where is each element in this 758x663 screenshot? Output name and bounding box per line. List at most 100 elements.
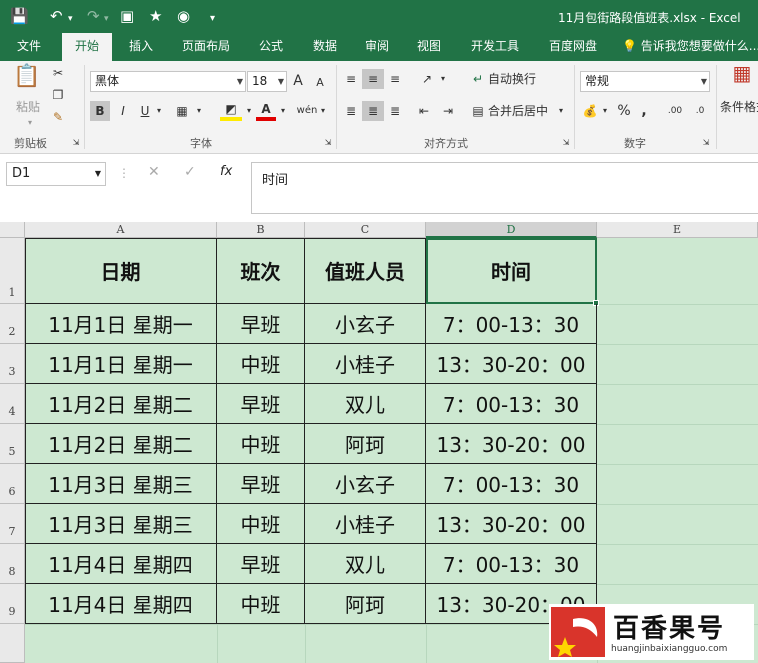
conditional-formatting-button[interactable]: 条件格式 [720, 97, 758, 117]
table-cell-staff[interactable]: 阿珂 [305, 424, 426, 464]
row-header-4[interactable]: 4 [0, 384, 25, 424]
table-cell-time[interactable]: 13：30-20：00 [426, 504, 597, 544]
italic-button[interactable]: I [114, 101, 132, 121]
table-cell-date[interactable]: 11月3日 星期三 [25, 464, 217, 504]
currency-icon[interactable]: 💰 [580, 101, 600, 121]
alignment-launcher-icon[interactable]: ⇲ [560, 133, 572, 153]
table-cell-shift[interactable]: 中班 [217, 584, 305, 624]
select-all-corner[interactable] [0, 222, 25, 238]
percent-button[interactable]: % [614, 101, 634, 121]
redo-icon[interactable]: ↷ [87, 6, 100, 26]
fill-color-dropdown-icon[interactable]: ▾ [244, 101, 254, 121]
phonetic-dropdown-icon[interactable]: ▾ [318, 101, 328, 121]
align-bottom-icon[interactable]: ≡ [386, 69, 404, 89]
row-header-7[interactable]: 7 [0, 504, 25, 544]
table-cell-date[interactable]: 11月1日 星期一 [25, 304, 217, 344]
column-header-d[interactable]: D [426, 222, 597, 238]
table-cell-shift[interactable]: 早班 [217, 384, 305, 424]
bold-button[interactable]: B [90, 101, 110, 121]
form-icon[interactable]: ▣ [120, 6, 134, 26]
formula-input[interactable]: 时间 [251, 162, 758, 214]
orientation-dropdown-icon[interactable]: ▾ [438, 69, 448, 89]
table-cell-staff[interactable]: 双儿 [305, 384, 426, 424]
font-color-dropdown-icon[interactable]: ▾ [278, 101, 288, 121]
border-icon[interactable]: ▦ [172, 101, 192, 121]
row-header-2[interactable]: 2 [0, 304, 25, 344]
header-cell-time-selected[interactable]: 时间 [426, 238, 597, 304]
save-icon[interactable]: 💾 [10, 6, 29, 26]
table-cell-shift[interactable]: 早班 [217, 464, 305, 504]
shrink-font-button[interactable]: A [313, 73, 327, 93]
fill-color-icon[interactable]: ◩ [220, 101, 242, 121]
tab-file[interactable]: 文件 [4, 33, 54, 61]
cancel-icon[interactable]: ✕ [148, 164, 160, 180]
table-cell-shift[interactable]: 早班 [217, 544, 305, 584]
row-header-8[interactable]: 8 [0, 544, 25, 584]
pin-icon[interactable]: ★ [149, 6, 162, 26]
align-right-icon[interactable]: ≣ [386, 101, 404, 121]
table-cell-staff[interactable]: 小桂子 [305, 504, 426, 544]
table-cell-shift[interactable]: 早班 [217, 304, 305, 344]
column-header-e[interactable]: E [597, 222, 758, 238]
grow-font-button[interactable]: A [291, 71, 305, 91]
table-cell-date[interactable]: 11月3日 星期三 [25, 504, 217, 544]
conditional-formatting-icon[interactable]: ▦ [728, 63, 756, 93]
spreadsheet-grid[interactable]: A B C D E 1 2 3 4 5 6 7 8 9 日期 班次 值班人员 时… [0, 222, 758, 663]
tab-review[interactable]: 审阅 [354, 33, 400, 61]
column-header-b[interactable]: B [217, 222, 305, 238]
table-cell-shift[interactable]: 中班 [217, 344, 305, 384]
table-cell-time[interactable]: 7：00-13：30 [426, 384, 597, 424]
tab-formulas[interactable]: 公式 [248, 33, 294, 61]
table-cell-time[interactable]: 7：00-13：30 [426, 544, 597, 584]
align-left-icon[interactable]: ≣ [342, 101, 360, 121]
column-header-a[interactable]: A [25, 222, 217, 238]
row-header-10[interactable] [0, 624, 25, 663]
tab-data[interactable]: 数据 [302, 33, 348, 61]
table-cell-shift[interactable]: 中班 [217, 424, 305, 464]
phonetic-icon[interactable]: wén [296, 101, 318, 121]
number-format-select[interactable]: 常规 ▼ [580, 71, 710, 92]
underline-button[interactable]: U [136, 101, 154, 121]
decrease-indent-icon[interactable]: ⇤ [414, 101, 434, 121]
undo-dropdown-icon[interactable]: ▾ [68, 9, 73, 29]
row-header-6[interactable]: 6 [0, 464, 25, 504]
table-cell-date[interactable]: 11月2日 星期二 [25, 384, 217, 424]
increase-indent-icon[interactable]: ⇥ [438, 101, 458, 121]
font-name-select[interactable]: 黑体 ▼ [90, 71, 246, 92]
font-size-select[interactable]: 18 ▼ [247, 71, 287, 92]
row-header-5[interactable]: 5 [0, 424, 25, 464]
name-box[interactable]: D1 ▼ [6, 162, 106, 186]
row-header-1[interactable]: 1 [0, 238, 25, 304]
enter-icon[interactable]: ✓ [184, 164, 196, 180]
row-header-9[interactable]: 9 [0, 584, 25, 624]
paste-dropdown-icon[interactable]: ▾ [24, 113, 36, 133]
redo-dropdown-icon[interactable]: ▾ [104, 9, 109, 29]
align-top-icon[interactable]: ≡ [342, 69, 360, 89]
font-color-icon[interactable]: A [256, 101, 276, 121]
number-launcher-icon[interactable]: ⇲ [700, 133, 712, 153]
table-cell-time[interactable]: 13：30-20：00 [426, 424, 597, 464]
table-cell-date[interactable]: 11月1日 星期一 [25, 344, 217, 384]
camera-icon[interactable]: ◉ [177, 6, 190, 26]
tab-baidu-netdisk[interactable]: 百度网盘 [540, 33, 606, 61]
table-cell-time[interactable]: 7：00-13：30 [426, 464, 597, 504]
underline-dropdown-icon[interactable]: ▾ [154, 101, 164, 121]
table-cell-staff[interactable]: 小玄子 [305, 304, 426, 344]
merge-dropdown-icon[interactable]: ▾ [556, 101, 566, 121]
wrap-text-icon[interactable]: ↵ [468, 69, 488, 89]
table-cell-time[interactable]: 13：30-20：00 [426, 344, 597, 384]
table-cell-staff[interactable]: 小玄子 [305, 464, 426, 504]
header-cell-shift[interactable]: 班次 [217, 238, 305, 304]
border-dropdown-icon[interactable]: ▾ [194, 101, 204, 121]
tab-home[interactable]: 开始 [62, 33, 112, 61]
table-cell-date[interactable]: 11月4日 星期四 [25, 584, 217, 624]
tab-view[interactable]: 视图 [406, 33, 452, 61]
undo-icon[interactable]: ↶ [50, 6, 63, 26]
currency-dropdown-icon[interactable]: ▾ [600, 101, 610, 121]
column-header-c[interactable]: C [305, 222, 426, 238]
increase-decimal-button[interactable]: .00 [664, 101, 686, 121]
table-cell-time[interactable]: 7：00-13：30 [426, 304, 597, 344]
paste-icon[interactable]: 📋 [10, 66, 44, 93]
font-launcher-icon[interactable]: ⇲ [322, 133, 334, 153]
align-middle-icon[interactable]: ≡ [362, 69, 384, 89]
